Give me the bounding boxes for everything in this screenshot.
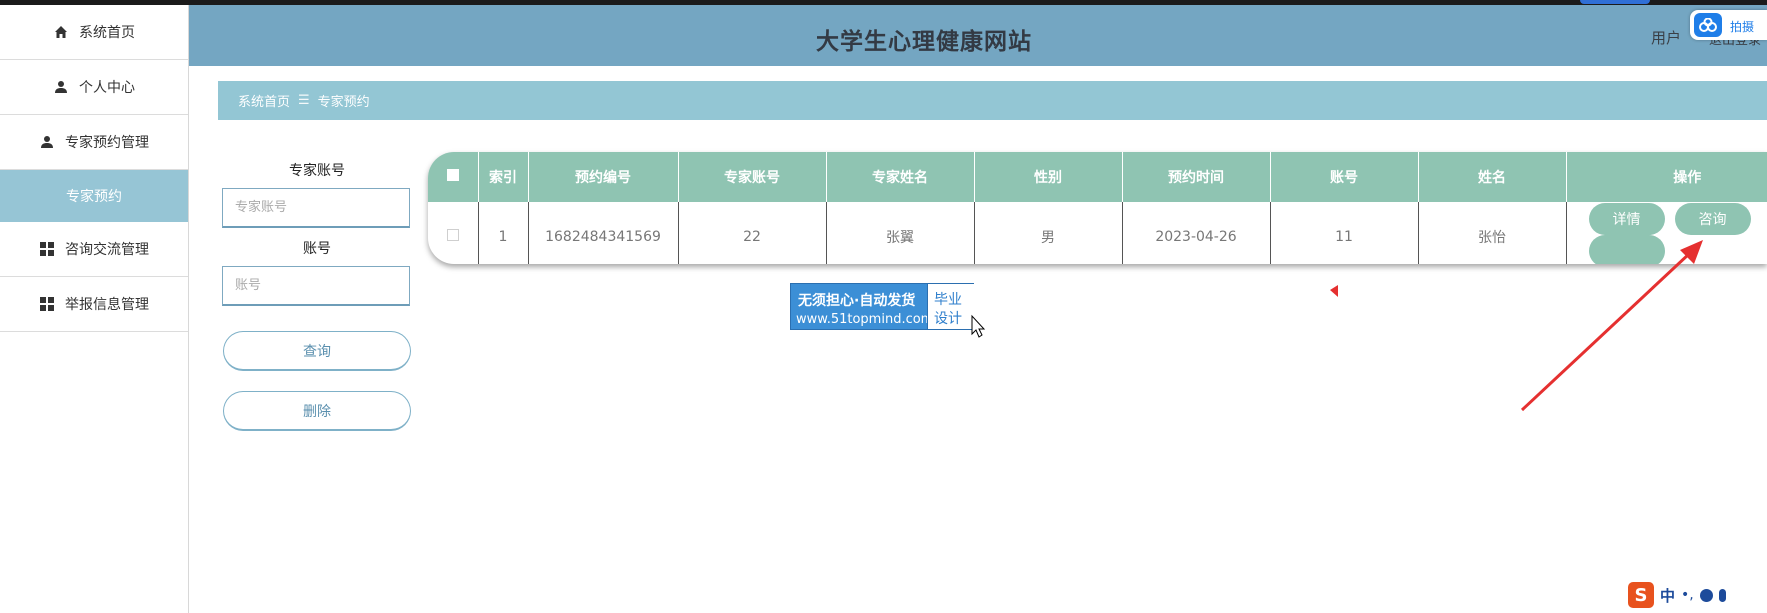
mouse-cursor-icon <box>971 314 986 338</box>
small-red-marker-icon <box>1330 285 1338 297</box>
ime-mode-label: 中 <box>1660 586 1676 605</box>
microphone-icon <box>1718 588 1726 602</box>
annotation-overlay <box>971 240 1703 412</box>
red-arrow-icon <box>1520 251 1692 412</box>
emoji-icon <box>1699 588 1713 602</box>
punctuation-icon: •, <box>1681 587 1694 603</box>
ime-toolbar[interactable]: S 中 •, <box>1628 580 1767 610</box>
sogou-s-icon: S <box>1628 582 1654 608</box>
